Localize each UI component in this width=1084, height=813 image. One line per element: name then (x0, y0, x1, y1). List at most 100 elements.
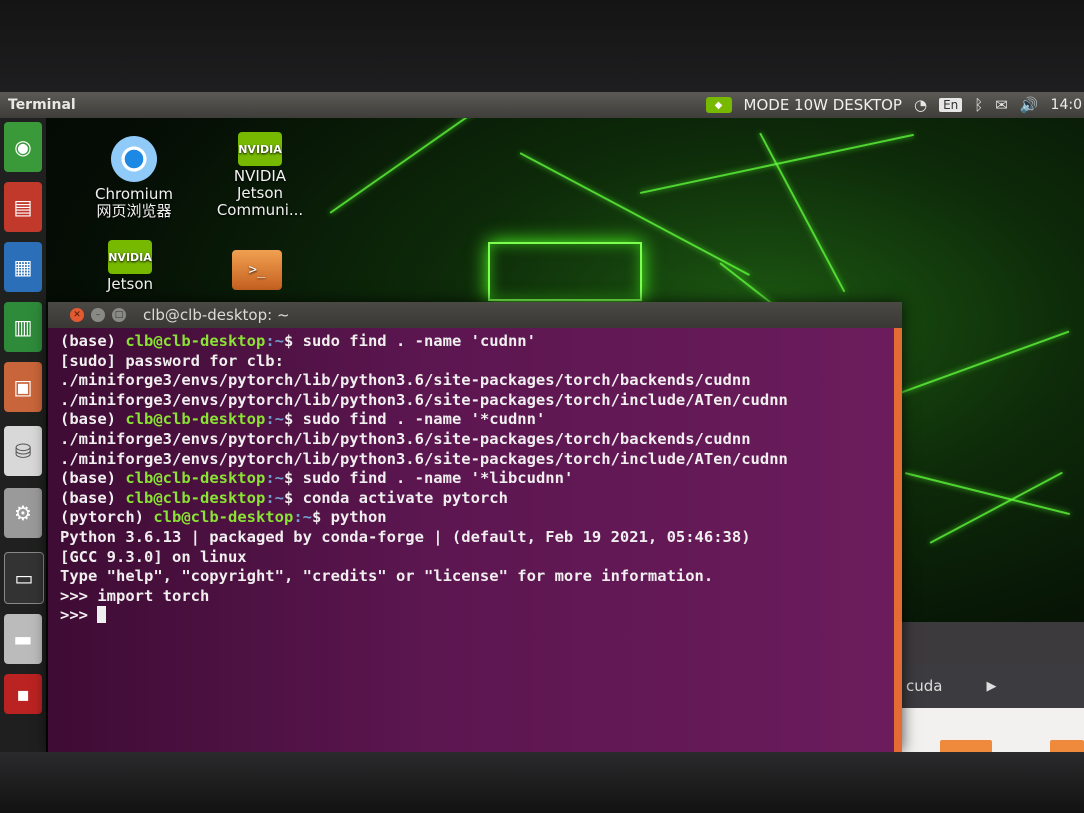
prompt-command: $ python (311, 508, 387, 527)
prompt-path: :~ (265, 488, 284, 507)
prompt-env: (pytorch) (60, 508, 154, 527)
mail-icon[interactable]: ✉ (995, 96, 1008, 114)
terminal-line: [sudo] password for clb: (60, 352, 894, 372)
terminal-line: >>> import torch (60, 587, 894, 607)
wallpaper-glow-box (488, 242, 642, 301)
prompt-path: :~ (293, 508, 312, 527)
sd-card-icon: ▪ (16, 682, 30, 706)
presentation-icon: ▣ (13, 375, 33, 399)
terminal-scrollbar[interactable] (894, 328, 902, 752)
minimize-icon[interactable]: – (91, 308, 105, 322)
drive-icon: ▬ (13, 627, 33, 651)
desktop-icon-label: 网页浏览器 (96, 202, 172, 220)
wallpaper-streak (899, 330, 1070, 394)
terminal-line: (pytorch) clb@clb-desktop:~$ python (60, 508, 894, 528)
launcher-impress-button[interactable]: ▣ (4, 362, 42, 412)
power-mode-indicator[interactable]: MODE 10W DESKTOP (744, 96, 902, 114)
launcher-terminal-button[interactable]: ▭ (4, 552, 44, 604)
launcher-writer-button[interactable]: ▦ (4, 242, 42, 292)
top-panel: Terminal ◆ MODE 10W DESKTOP ◔ En ᛒ ✉ 🔊 1… (0, 92, 1084, 118)
launcher-calc-button[interactable]: ▥ (4, 302, 42, 352)
output-text: [GCC 9.3.0] on linux (60, 547, 247, 566)
folder-icon[interactable] (1050, 740, 1084, 752)
launcher-sd-button[interactable]: ▪ (4, 674, 42, 714)
terminal-output[interactable]: (base) clb@clb-desktop:~$ sudo find . -n… (48, 328, 894, 752)
desktop-icon-label: Jetson (106, 275, 154, 293)
chromium-icon (111, 136, 157, 182)
desktop-icon-terminal[interactable]: >_ (222, 250, 292, 290)
launcher-dash-button[interactable]: ◉ (4, 122, 42, 172)
volume-icon[interactable]: 🔊 (1020, 96, 1039, 114)
launcher-drive-button[interactable]: ▬ (4, 614, 42, 664)
prompt-user-host: clb@clb-desktop (125, 488, 266, 507)
terminal-titlebar[interactable]: ✕ – □ clb@clb-desktop: ~ (48, 302, 902, 328)
prompt-user-host: clb@clb-desktop (125, 332, 266, 350)
output-text: ./miniforge3/envs/pytorch/lib/python3.6/… (60, 449, 788, 468)
desktop-icon-label: NVIDIA (233, 167, 287, 185)
desktop-icon-chromium[interactable]: Chromium 网页浏览器 (88, 136, 180, 220)
wifi-icon[interactable]: ◔ (914, 96, 927, 114)
spreadsheet-icon: ▥ (13, 315, 33, 339)
launcher-software-button[interactable]: ⛁ (4, 426, 42, 476)
prompt-env: (base) (60, 469, 126, 488)
terminal-line: >>> (60, 606, 894, 626)
text-cursor (97, 606, 107, 624)
output-text: ./miniforge3/envs/pytorch/lib/python3.6/… (60, 390, 788, 409)
prompt-path: :~ (265, 469, 284, 488)
nvidia-icon[interactable]: ◆ (705, 97, 732, 113)
clock[interactable]: 14:0 (1051, 97, 1082, 113)
output-text: Type "help", "copyright", "credits" or "… (60, 567, 714, 586)
terminal-line: [GCC 9.3.0] on linux (60, 548, 894, 568)
folder-icon[interactable] (940, 740, 992, 752)
prompt-user-host: clb@clb-desktop (125, 410, 266, 429)
maximize-icon[interactable]: □ (112, 308, 126, 322)
terminal-line: ./miniforge3/envs/pytorch/lib/python3.6/… (60, 450, 894, 470)
nvidia-logo-icon: NVIDIA (238, 132, 282, 166)
ubuntu-logo-icon: ◉ (14, 135, 32, 159)
wallpaper-streak (329, 108, 479, 214)
file-manager-pathbar: cuda ▶ (900, 664, 1084, 708)
bluetooth-icon[interactable]: ᛒ (974, 96, 983, 114)
launcher: ◉ ▤ ▦ ▥ ▣ ⛁ ⚙ ▭ ▬ ▪ (0, 118, 46, 752)
input-method-indicator[interactable]: En (939, 98, 963, 112)
prompt-env: (base) (60, 410, 126, 429)
prompt-user-host: clb@clb-desktop (125, 469, 266, 488)
terminal-line: ./miniforge3/envs/pytorch/lib/python3.6/… (60, 391, 894, 411)
desktop-icon-jetson[interactable]: NVIDIA Jetson (84, 240, 176, 293)
output-text: >>> (60, 606, 98, 625)
output-text: ./miniforge3/envs/pytorch/lib/python3.6/… (60, 371, 751, 390)
prompt-command: $ sudo find . -name '*cudnn' (283, 410, 546, 429)
desktop-screen: Terminal ◆ MODE 10W DESKTOP ◔ En ᛒ ✉ 🔊 1… (0, 92, 1084, 752)
output-text: >>> import torch (60, 586, 210, 605)
launcher-files-button[interactable]: ▤ (4, 182, 42, 232)
output-text: Python 3.6.13 | packaged by conda-forge … (60, 527, 751, 546)
active-app-title: Terminal (8, 97, 76, 113)
gear-icon: ⚙ (14, 501, 32, 525)
prompt-env: (base) (60, 488, 126, 507)
launcher-settings-button[interactable]: ⚙ (4, 488, 42, 538)
prompt-command: $ conda activate pytorch (283, 488, 508, 507)
prompt-path: :~ (265, 332, 284, 350)
desktop-icon-nvidia-jetson[interactable]: NVIDIA NVIDIA Jetson Communi... (208, 132, 312, 219)
shopping-bag-icon: ⛁ (14, 439, 32, 463)
terminal-line: ./miniforge3/envs/pytorch/lib/python3.6/… (60, 430, 894, 450)
breadcrumb-cuda[interactable]: cuda (906, 677, 942, 695)
prompt-path: :~ (265, 410, 284, 429)
terminal-line: (base) clb@clb-desktop:~$ conda activate… (60, 489, 894, 509)
terminal-line: (base) clb@clb-desktop:~$ sudo find . -n… (60, 410, 894, 430)
terminal-title: clb@clb-desktop: ~ (143, 306, 290, 324)
prompt-user-host: clb@clb-desktop (153, 508, 294, 527)
file-cabinet-icon: ▤ (13, 195, 33, 219)
monitor-bezel-top (0, 0, 1084, 92)
terminal-line: (base) clb@clb-desktop:~$ sudo find . -n… (60, 469, 894, 489)
terminal-line: (base) clb@clb-desktop:~$ sudo find . -n… (60, 332, 894, 352)
output-text: ./miniforge3/envs/pytorch/lib/python3.6/… (60, 429, 751, 448)
wallpaper-streak (904, 472, 1071, 516)
desktop-icon-label: Communi... (216, 201, 304, 219)
desktop-icon-label: Jetson (236, 184, 284, 202)
prompt-command: $ sudo find . -name '*libcudnn' (283, 469, 574, 488)
terminal-icon: ▭ (14, 566, 34, 590)
close-icon[interactable]: ✕ (70, 308, 84, 322)
chevron-right-icon[interactable]: ▶ (986, 679, 996, 694)
prompt-command: $ sudo find . -name 'cudnn' (283, 332, 536, 350)
